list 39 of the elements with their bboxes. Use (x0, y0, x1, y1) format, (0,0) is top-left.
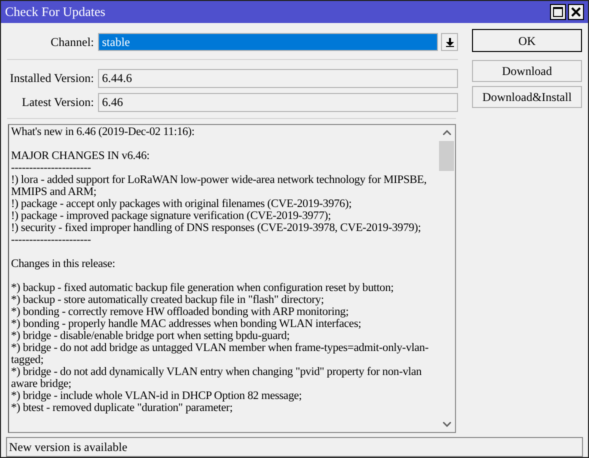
release-note-line: ---------------------- (11, 162, 92, 174)
installed-version-field[interactable]: 6.44.6 (98, 68, 458, 88)
release-note-line: *) backup - fixed automatic backup file generation when configuration reset by button; (11, 282, 395, 294)
status-text: New version is available (9, 439, 128, 456)
close-button[interactable] (568, 4, 584, 20)
channel-dropdown[interactable]: stable (98, 33, 438, 51)
latest-version-field[interactable]: 6.46 (98, 92, 458, 112)
release-note-line: What's new in 6.46 (2019-Dec-02 11:16): (11, 126, 196, 138)
scroll-down-icon (442, 422, 450, 427)
release-note-line: *) bridge - do not add bridge as untagged VLAN member when frame-types=admit-only-vlan-tagged; (11, 342, 430, 366)
release-note-line: !) package - accept only packages with original filenames (CVE-2019-3976); (11, 198, 353, 210)
ok-button[interactable]: OK (472, 29, 582, 52)
down-arrow-icon (446, 38, 454, 46)
window-title: Check For Updates (5, 3, 106, 22)
close-icon (571, 7, 581, 17)
maximize-icon (553, 7, 563, 17)
release-note-line: !) package - improved package signature verification (CVE-2019-3977); (11, 210, 332, 222)
maximize-button[interactable] (550, 4, 566, 20)
release-note-line: ---------------------- (11, 234, 92, 246)
scroll-up-icon (442, 130, 450, 135)
release-note-line: *) backup - store automatically created backup file in "flash" directory; (11, 294, 325, 306)
download-button[interactable]: Download (472, 60, 582, 82)
release-note-line: *) bridge - do not add dynamically VLAN entry when changing "pvid" property for non-vlan aware bridge; (11, 366, 423, 390)
release-note-line: !) lora - added support for LoRaWAN low-power wide-area network technology for MIPSBE, MMIPS and ARM; (11, 174, 428, 198)
field-label: Installed Version: (8, 70, 95, 87)
download-install-button[interactable]: Download&Install (472, 86, 582, 108)
release-note-line: *) btest - removed duplicate "duration" parameter; (11, 402, 234, 414)
release-note-line: MAJOR CHANGES IN v6.46: (11, 150, 151, 162)
field-label: Channel: (50, 34, 95, 51)
release-note-line: *) bridge - disable/enable bridge port when setting bpdu-guard; (11, 330, 291, 342)
dropdown-button[interactable] (441, 33, 458, 51)
release-note-line: !) security - fixed improper handling of DNS responses (CVE-2019-3978, CVE-2019-3979); (11, 222, 422, 234)
release-note-line: *) bonding - properly handle MAC addresses when bonding WLAN interfaces; (11, 318, 362, 330)
field-label: Latest Version: (20, 94, 95, 111)
release-note-line: *) bridge - include whole VLAN-id in DHCP Option 82 message; (11, 390, 303, 402)
release-note-line: *) bonding - correctly remove HW offloaded bonding with ARP monitoring; (11, 306, 350, 318)
release-notes-area[interactable] (8, 124, 456, 433)
scrollbar-thumb[interactable] (439, 141, 454, 171)
release-note-line: Changes in this release: (11, 258, 116, 270)
